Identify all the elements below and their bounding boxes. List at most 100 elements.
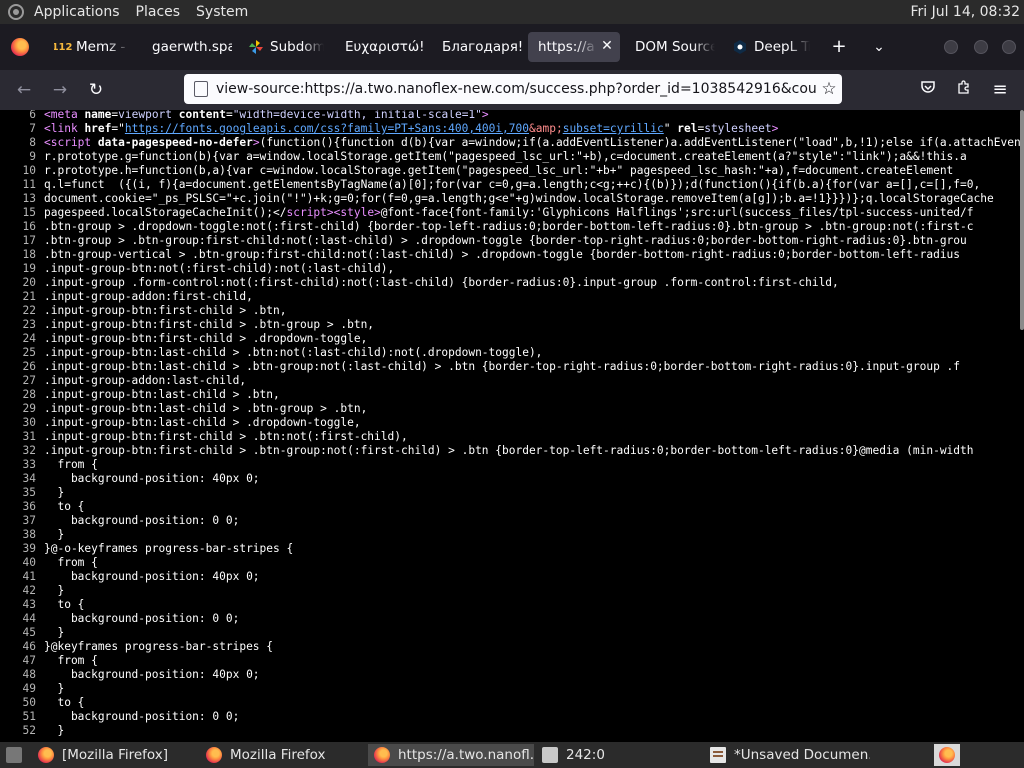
line-code: .btn-group-vertical > .btn-group:first-c…: [44, 248, 961, 261]
extensions-puzzle-icon[interactable]: [952, 78, 976, 102]
forward-arrow-icon[interactable]: →: [46, 76, 74, 104]
line-code: to {: [44, 696, 85, 709]
places-menu[interactable]: Places: [128, 0, 189, 24]
maximize-button[interactable]: [974, 40, 988, 54]
source-line: 22 .input-group-btn:first-child > .btn,: [0, 304, 1022, 318]
pocket-icon[interactable]: [916, 78, 940, 102]
tab-dom-source[interactable]: DOM Source: [635, 32, 715, 62]
url-text[interactable]: view-source:https://a.two.nanoflex-new.c…: [216, 81, 816, 97]
tab-fade: [576, 32, 598, 62]
source-line: 29 .input-group-btn:last-child > .btn-gro…: [0, 402, 1022, 416]
url-bar[interactable]: view-source:https://a.two.nanoflex-new.c…: [184, 74, 842, 104]
workspace-switcher[interactable]: [934, 744, 960, 766]
tab-fade: [108, 32, 130, 62]
line-code: to {: [44, 598, 85, 611]
minimize-button[interactable]: [944, 40, 958, 54]
taskbar-label: *Unsaved Documen...: [734, 747, 870, 763]
line-code: background-position: 40px 0;: [44, 668, 260, 681]
tab-memz[interactable]: 112 Memz - I: [54, 32, 130, 62]
line-number: 22: [22, 304, 36, 317]
source-line: 18 .btn-group-vertical > .btn-group:first…: [0, 248, 1022, 262]
source-line: 35 }: [0, 486, 1022, 500]
line-code: pagespeed.localStorageCacheInit();</scri…: [44, 206, 974, 219]
bookmark-star-icon[interactable]: ☆: [816, 79, 842, 99]
taskbar-item[interactable]: *Unsaved Documen...: [704, 744, 870, 766]
tab-gaerwth[interactable]: gaerwth.spa: [152, 32, 232, 62]
applications-menu[interactable]: Applications: [26, 0, 128, 24]
line-code: }: [44, 626, 65, 639]
line-code: .input-group .form-control:not(:first-ch…: [44, 276, 839, 289]
taskbar-item[interactable]: [Mozilla Firefox]: [32, 744, 198, 766]
source-line: 30 .input-group-btn:last-child > .dropdow…: [0, 416, 1022, 430]
page-icon: [194, 81, 208, 97]
line-number: 48: [22, 668, 36, 681]
line-number: 30: [22, 416, 36, 429]
source-line: 11 q.l=funct ({(i, f){a=document.getEleme…: [0, 178, 1022, 192]
tab-subdom[interactable]: Subdom: [248, 32, 324, 62]
vertical-scrollbar[interactable]: [1020, 110, 1024, 330]
tab-deepl[interactable]: DeepL Tr: [732, 32, 810, 62]
line-code: document.cookie="_ps_PSLSC="+c.join("!")…: [44, 192, 994, 205]
line-number: 27: [22, 374, 36, 387]
firefox-view-button[interactable]: [11, 38, 29, 56]
clock[interactable]: Fri Jul 14, 08:32: [910, 0, 1024, 24]
taskbar-label: [Mozilla Firefox]: [62, 747, 169, 763]
tab-label: Ευχαριστώ!: [345, 39, 425, 55]
tab-greek[interactable]: Ευχαριστώ!: [345, 32, 431, 62]
line-code: }: [44, 486, 65, 499]
source-line: 19 .input-group-btn:not(:first-child):not…: [0, 262, 1022, 276]
tab-strip: 112 Memz - I gaerwth.spa Subdom Ευχαριστ…: [0, 24, 1024, 70]
tab-label: gaerwth.spa: [152, 39, 232, 55]
system-menu[interactable]: System: [188, 0, 256, 24]
source-line: 21 .input-group-addon:first-child,: [0, 290, 1022, 304]
taskbar-label: Mozilla Firefox: [230, 747, 326, 763]
close-icon[interactable]: ✕: [600, 39, 614, 53]
menu-hamburger-icon[interactable]: ≡: [988, 78, 1012, 102]
source-line: 33 from {: [0, 458, 1022, 472]
line-number: 40: [22, 556, 36, 569]
source-line: 27 .input-group-addon:last-child,: [0, 374, 1022, 388]
line-number: 47: [22, 654, 36, 667]
line-number: 34: [22, 472, 36, 485]
line-number: 20: [22, 276, 36, 289]
source-line: 9 r.prototype.g=function(b){var a=window.…: [0, 150, 1022, 164]
line-number: 37: [22, 514, 36, 527]
line-number: 45: [22, 626, 36, 639]
source-line: 26 .input-group-btn:last-child > .btn-gro…: [0, 360, 1022, 374]
source-view[interactable]: 6 <meta name=viewport content="width=devi…: [0, 110, 1024, 742]
line-code: .input-group-btn:last-child > .btn-group…: [44, 402, 368, 415]
source-line: 31 .input-group-btn:first-child > .btn:no…: [0, 430, 1022, 444]
back-arrow-icon[interactable]: ←: [10, 76, 38, 104]
list-all-tabs-chevron-down-icon[interactable]: ⌄: [865, 32, 893, 62]
reload-icon[interactable]: ↻: [82, 76, 110, 104]
firefox-icon: [11, 38, 29, 56]
taskbar-item[interactable]: Mozilla Firefox: [200, 744, 366, 766]
new-tab-plus-icon[interactable]: +: [825, 32, 853, 62]
taskbar-item-active[interactable]: https://a.two.nanofl...: [368, 744, 534, 766]
firefox-icon: [38, 747, 54, 763]
tab-label: Благодаря!: [442, 39, 522, 55]
line-code: .input-group-btn:last-child > .btn-group…: [44, 360, 961, 373]
source-line: 50 to {: [0, 696, 1022, 710]
tab-active-source[interactable]: https://a.t ✕: [528, 32, 620, 62]
line-number: 21: [22, 290, 36, 303]
source-line: 45 }: [0, 626, 1022, 640]
tab-bulgarian[interactable]: Благодаря!: [442, 32, 522, 62]
close-window-button[interactable]: [1002, 40, 1016, 54]
gnome-foot-icon[interactable]: [8, 4, 24, 20]
source-line: 24 .input-group-btn:first-child > .dropdo…: [0, 332, 1022, 346]
taskbar-item[interactable]: 242:0: [536, 744, 702, 766]
line-number: 11: [22, 178, 36, 191]
line-number: 7: [29, 122, 36, 135]
line-code: .input-group-btn:last-child > .btn,: [44, 388, 280, 401]
line-number: 32: [22, 444, 36, 457]
show-desktop-button[interactable]: [0, 744, 28, 766]
line-number: 8: [29, 136, 36, 149]
line-code: .input-group-btn:last-child > .btn:not(:…: [44, 346, 543, 359]
pinwheel-icon: [248, 39, 264, 55]
source-line: 48 background-position: 40px 0;: [0, 668, 1022, 682]
line-code: r.prototype.h=function(b,a){var c=window…: [44, 164, 954, 177]
source-line: 42 }: [0, 584, 1022, 598]
source-line: 52 }: [0, 724, 1022, 738]
source-line: 34 background-position: 40px 0;: [0, 472, 1022, 486]
